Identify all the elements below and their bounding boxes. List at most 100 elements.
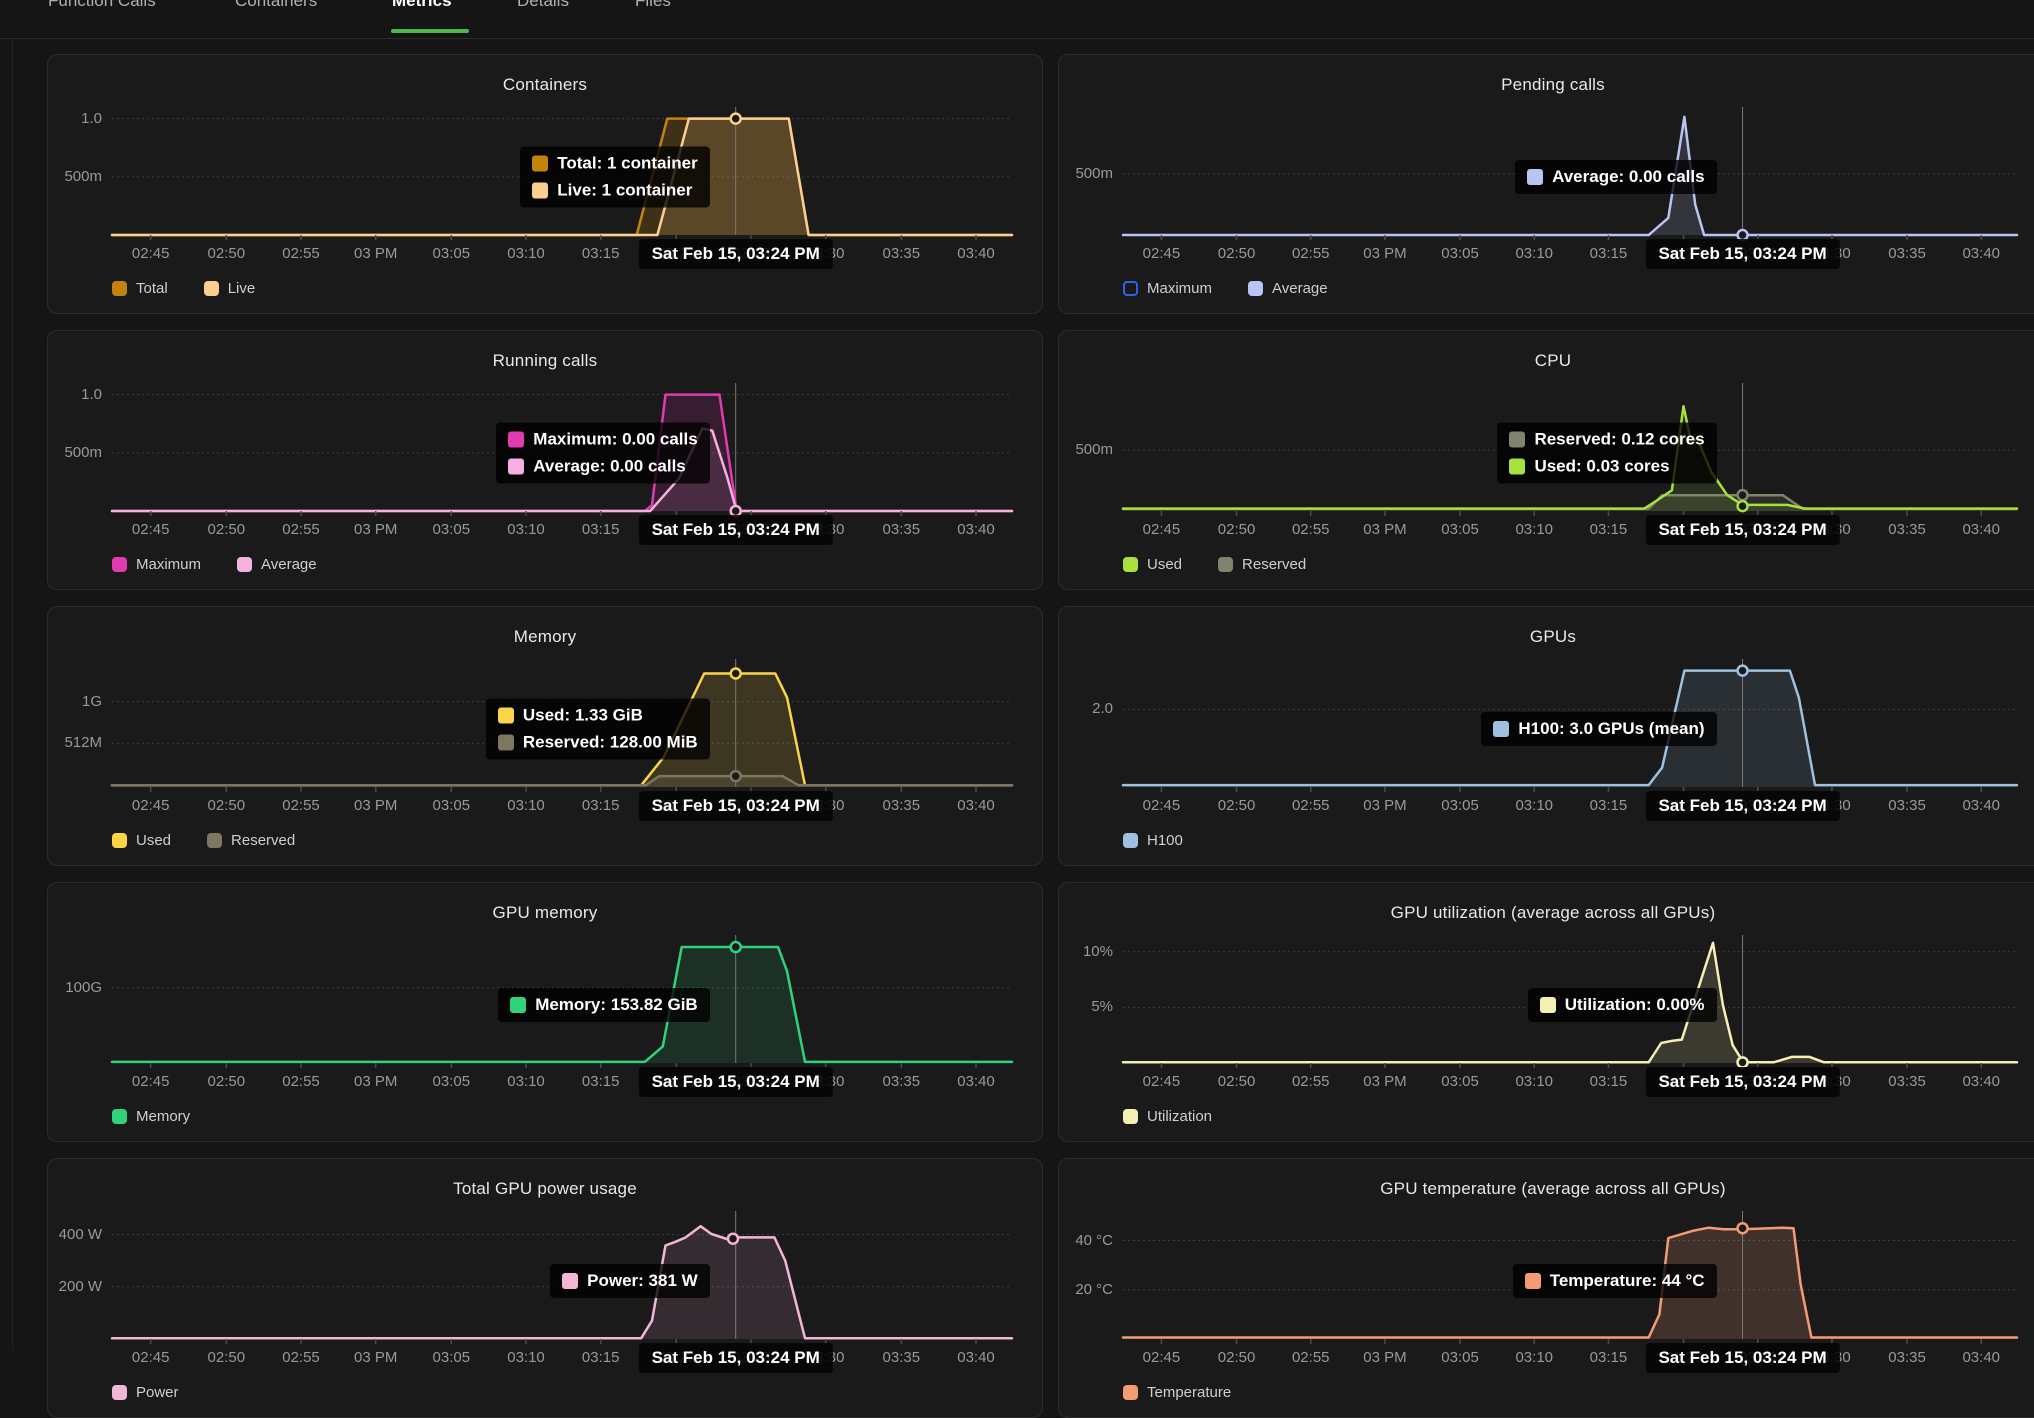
x-axis-label: 03:15 — [582, 1349, 620, 1366]
chart-title: Total GPU power usage — [48, 1179, 1042, 1199]
legend-item-total[interactable]: Total — [112, 280, 168, 297]
chart-legend: Maximum Average — [1123, 280, 1328, 297]
tooltip-row: Used: 1.33 GiB — [498, 706, 698, 726]
x-axis-label: 03:15 — [582, 521, 620, 538]
y-axis-label: 100G — [48, 979, 102, 996]
tab-metrics[interactable]: Metrics — [392, 0, 452, 11]
x-axis-label: 02:50 — [208, 521, 246, 538]
x-axis-label: 03 PM — [354, 797, 397, 814]
tab-files[interactable]: Files — [635, 0, 671, 11]
legend-item-utilization[interactable]: Utilization — [1123, 1108, 1212, 1125]
x-axis-label: 02:45 — [132, 1349, 170, 1366]
x-axis-label: 03:05 — [1441, 1349, 1479, 1366]
legend-label: Utilization — [1147, 1108, 1212, 1125]
chart-legend: Total Live — [112, 280, 255, 297]
chart-title: Containers — [48, 75, 1042, 95]
x-axis-label: 03:15 — [582, 245, 620, 262]
x-axis-label: 03:40 — [1962, 245, 2000, 262]
legend-item-reserved[interactable]: Reserved — [207, 832, 295, 849]
x-axis-label: 03 PM — [1363, 1073, 1406, 1090]
crosshair-date-tooltip: Sat Feb 15, 03:24 PM — [1645, 1067, 1839, 1097]
x-axis-label: 03:35 — [1888, 797, 1926, 814]
series-tooltip: Total: 1 containerLive: 1 container — [520, 147, 709, 208]
x-axis-label: 03:05 — [1441, 245, 1479, 262]
tooltip-text: Utilization: 0.00% — [1565, 995, 1705, 1015]
x-axis-label: 03:35 — [883, 1073, 921, 1090]
legend-item-maximum[interactable]: Maximum — [1123, 280, 1212, 297]
x-axis-label: 02:45 — [1143, 797, 1181, 814]
tab-function-calls[interactable]: Function Calls — [48, 0, 156, 11]
x-axis-label: 02:50 — [208, 1073, 246, 1090]
legend-item-temperature[interactable]: Temperature — [1123, 1384, 1231, 1401]
legend-swatch-icon — [1123, 557, 1138, 572]
charts-grid: Containers 1.0500m02:4502:5002:5503 PM03… — [47, 54, 2034, 1418]
crosshair-date-tooltip: Sat Feb 15, 03:24 PM — [639, 791, 833, 821]
legend-swatch-icon — [207, 833, 222, 848]
legend-label: Power — [136, 1384, 179, 1401]
y-axis-label: 500m — [1059, 165, 1113, 182]
chart-title: Memory — [48, 627, 1042, 647]
tooltip-row: H100: 3.0 GPUs (mean) — [1493, 719, 1704, 739]
x-axis-label: 03:35 — [1888, 521, 1926, 538]
series-tooltip: Maximum: 0.00 callsAverage: 0.00 calls — [496, 423, 709, 484]
tooltip-swatch-icon — [1525, 1273, 1541, 1289]
legend-label: Used — [1147, 556, 1182, 573]
x-axis-label: 02:55 — [1292, 521, 1330, 538]
x-axis-label: 02:50 — [208, 245, 246, 262]
tooltip-swatch-icon — [1540, 997, 1556, 1013]
legend-label: Maximum — [1147, 280, 1212, 297]
legend-swatch-icon — [1123, 281, 1138, 296]
x-axis-label: 03 PM — [354, 1349, 397, 1366]
tooltip-row: Average: 0.00 calls — [1527, 167, 1704, 187]
x-axis-label: 02:50 — [1218, 1349, 1256, 1366]
tab-details[interactable]: Details — [517, 0, 569, 11]
legend-item-average[interactable]: Average — [1248, 280, 1328, 297]
x-axis-label: 02:55 — [1292, 797, 1330, 814]
legend-item-memory[interactable]: Memory — [112, 1108, 190, 1125]
x-axis-label: 03 PM — [1363, 245, 1406, 262]
crosshair-date-tooltip: Sat Feb 15, 03:24 PM — [639, 239, 833, 269]
y-axis-label: 512M — [48, 734, 102, 751]
active-tab-underline — [391, 29, 469, 33]
tooltip-text: Temperature: 44 °C — [1550, 1271, 1705, 1291]
x-axis-label: 02:55 — [1292, 1073, 1330, 1090]
tooltip-swatch-icon — [510, 997, 526, 1013]
chart-card-gpu-memory: GPU memory 100G02:4502:5002:5503 PM03:05… — [47, 882, 1043, 1142]
tooltip-row: Reserved: 0.12 cores — [1509, 430, 1704, 450]
y-axis-label: 40 °C — [1059, 1232, 1113, 1249]
legend-item-used[interactable]: Used — [112, 832, 171, 849]
legend-item-h100[interactable]: H100 — [1123, 832, 1183, 849]
x-axis-label: 03:05 — [1441, 521, 1479, 538]
legend-item-reserved[interactable]: Reserved — [1218, 556, 1306, 573]
legend-item-used[interactable]: Used — [1123, 556, 1182, 573]
legend-item-average[interactable]: Average — [237, 556, 317, 573]
x-axis-label: 03:35 — [883, 245, 921, 262]
tooltip-text: Reserved: 0.12 cores — [1534, 430, 1704, 450]
x-axis-label: 03:40 — [1962, 521, 2000, 538]
tooltip-swatch-icon — [562, 1273, 578, 1289]
x-axis-label: 02:50 — [1218, 245, 1256, 262]
x-axis-label: 03:40 — [1962, 1073, 2000, 1090]
chart-legend: H100 — [1123, 832, 1183, 849]
x-axis-label: 03:10 — [507, 245, 545, 262]
x-axis-label: 03:35 — [883, 1349, 921, 1366]
crosshair-date-tooltip: Sat Feb 15, 03:24 PM — [639, 515, 833, 545]
tooltip-text: H100: 3.0 GPUs (mean) — [1518, 719, 1704, 739]
legend-item-power[interactable]: Power — [112, 1384, 179, 1401]
chart-card-pending-calls: Pending calls 500m02:4502:5002:5503 PM03… — [1058, 54, 2034, 314]
legend-swatch-icon — [1218, 557, 1233, 572]
tooltip-row: Live: 1 container — [532, 181, 697, 201]
x-axis-label: 02:50 — [208, 1349, 246, 1366]
tooltip-swatch-icon — [1527, 169, 1543, 185]
x-axis-label: 03:05 — [433, 521, 471, 538]
tab-containers[interactable]: Containers — [235, 0, 317, 11]
x-axis-label: 03 PM — [354, 521, 397, 538]
x-axis-label: 02:55 — [282, 245, 320, 262]
legend-item-live[interactable]: Live — [204, 280, 256, 297]
x-axis-label: 02:50 — [1218, 1073, 1256, 1090]
series-tooltip: Memory: 153.82 GiB — [498, 988, 710, 1022]
legend-item-maximum[interactable]: Maximum — [112, 556, 201, 573]
x-axis-label: 03:05 — [1441, 797, 1479, 814]
x-axis-label: 02:55 — [1292, 1349, 1330, 1366]
tooltip-text: Power: 381 W — [587, 1271, 698, 1291]
